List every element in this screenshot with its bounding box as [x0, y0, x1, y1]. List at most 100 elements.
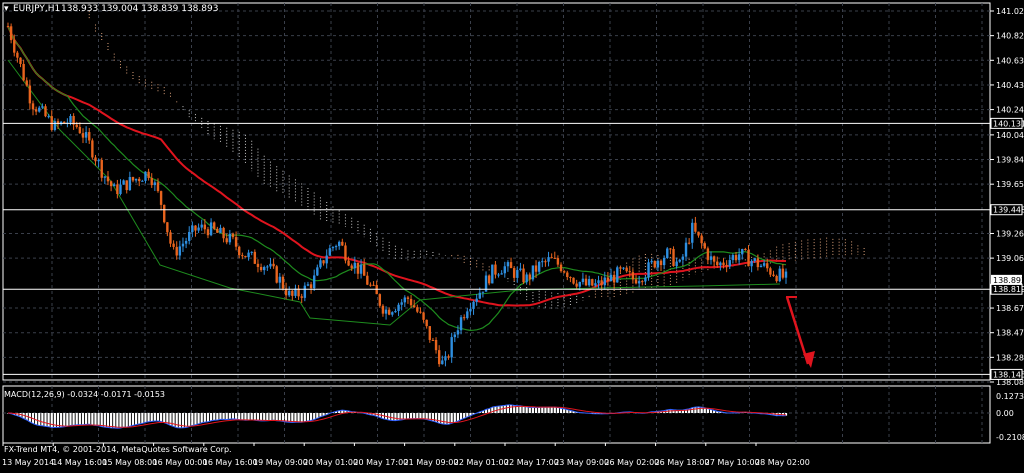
- candle-body: [213, 222, 216, 229]
- candle-body: [147, 171, 150, 178]
- candle-body: [378, 294, 382, 306]
- candle-body: [684, 242, 688, 257]
- candle-body: [300, 296, 303, 298]
- candle-body: [291, 290, 294, 296]
- grid: [2, 2, 991, 444]
- candle-body: [772, 274, 775, 276]
- copyright-text: FX-Trend MT4, © 2001-2014, MetaQuotes So…: [4, 445, 232, 454]
- candle-body: [706, 248, 710, 260]
- macd-histogram-bar: [206, 413, 210, 422]
- macd-histogram-bar: [144, 413, 147, 423]
- macd-histogram-bar: [66, 413, 69, 427]
- envelope-line: [7, 59, 781, 326]
- candle-body: [556, 258, 560, 265]
- candle-body: [69, 115, 72, 123]
- candle-body: [622, 267, 625, 269]
- price-label: 140.040: [996, 131, 1024, 140]
- candle-body: [441, 360, 444, 365]
- candle-body: [453, 334, 457, 338]
- candle-body: [153, 182, 157, 186]
- time-label: 20 May 17:00: [353, 458, 408, 467]
- macd-histogram-bar: [522, 406, 525, 413]
- macd-histogram-bar: [528, 407, 531, 413]
- macd-histogram-bar: [509, 404, 513, 413]
- candle-body: [178, 246, 182, 256]
- time-label: 16 May 16:00: [203, 458, 258, 467]
- candle-body: [537, 262, 541, 272]
- macd-histogram-bar: [269, 413, 272, 421]
- price-label: 139.260: [996, 229, 1024, 238]
- candle-body: [31, 103, 35, 110]
- candle-body: [97, 160, 100, 162]
- candle-body: [650, 261, 653, 263]
- candle-body: [406, 297, 410, 299]
- candles: [6, 22, 788, 367]
- candle-body: [669, 248, 672, 250]
- macd-histogram-bar: [209, 413, 213, 421]
- candle-body: [422, 312, 425, 320]
- candle-body: [725, 265, 728, 267]
- candle-body: [541, 261, 544, 263]
- candle-body: [572, 277, 575, 284]
- macd-histogram-bar: [309, 413, 313, 421]
- macd-histogram-bar: [297, 413, 300, 423]
- candle-body: [466, 311, 469, 319]
- macd-histogram-bar: [303, 413, 306, 422]
- candle-body: [656, 260, 660, 268]
- candle-body: [269, 263, 272, 267]
- chart-window[interactable]: 140.131 139.448 138.819 138.145 138.893 141.…: [0, 0, 1024, 469]
- time-label: 20 May 01:00: [303, 458, 358, 467]
- candle-body: [250, 251, 253, 253]
- candle-body: [259, 266, 263, 271]
- candle-body: [247, 252, 250, 258]
- macd-histogram-bar: [47, 413, 50, 427]
- candle-body: [522, 268, 525, 283]
- macd-histogram-bar: [506, 404, 510, 413]
- candle-body: [25, 80, 28, 86]
- level-lines: 140.131139.448138.819138.145138.893: [3, 117, 1024, 380]
- ohlc-values: 138.933 139.004 138.839 138.893: [61, 4, 218, 14]
- candle-body: [6, 26, 10, 28]
- candle-body: [509, 262, 513, 269]
- candle-body: [584, 278, 588, 286]
- candle-body: [109, 181, 113, 187]
- candle-body: [22, 63, 25, 81]
- candle-body: [197, 227, 200, 231]
- candle-body: [238, 246, 241, 256]
- candle-body: [331, 247, 335, 249]
- candle-body: [341, 241, 344, 246]
- time-label: 14 May 16:00: [52, 458, 107, 467]
- candle-body: [222, 227, 225, 239]
- candle-body: [606, 277, 610, 282]
- candle-body: [731, 255, 735, 261]
- candle-body: [753, 258, 756, 262]
- macd-histogram-bar: [250, 413, 253, 420]
- candle-body: [447, 356, 450, 358]
- candle-body: [600, 280, 603, 286]
- candle-body: [653, 261, 656, 268]
- candle-body: [362, 264, 366, 276]
- candle-body: [747, 250, 750, 267]
- macd-histogram-bar: [72, 413, 75, 426]
- macd-histogram-bar: [550, 407, 553, 413]
- macd-histogram-bar: [184, 413, 188, 428]
- time-label: 26 May 02:00: [604, 458, 659, 467]
- macd-histogram-bar: [556, 407, 560, 413]
- price-chart[interactable]: 140.131139.448138.819138.145138.893 141.…: [0, 0, 1024, 469]
- macd-histogram-bar: [63, 413, 66, 427]
- candle-body: [469, 308, 472, 312]
- candle-body: [103, 176, 107, 178]
- macd-histogram-bar: [300, 413, 303, 423]
- macd-histogram-bar: [406, 413, 410, 419]
- macd-histogram-bar: [409, 413, 413, 419]
- candle-body: [91, 140, 94, 158]
- time-label: 19 May 09:00: [253, 458, 308, 467]
- time-label: 13 May 2014: [2, 458, 54, 467]
- candle-body: [481, 291, 485, 293]
- candle-body: [644, 277, 647, 282]
- macd-histogram-bar: [541, 407, 544, 413]
- candle-body: [675, 261, 678, 267]
- time-label: 27 May 10:00: [705, 458, 760, 467]
- candle-body: [506, 262, 510, 267]
- macd-histogram-bar: [234, 413, 238, 420]
